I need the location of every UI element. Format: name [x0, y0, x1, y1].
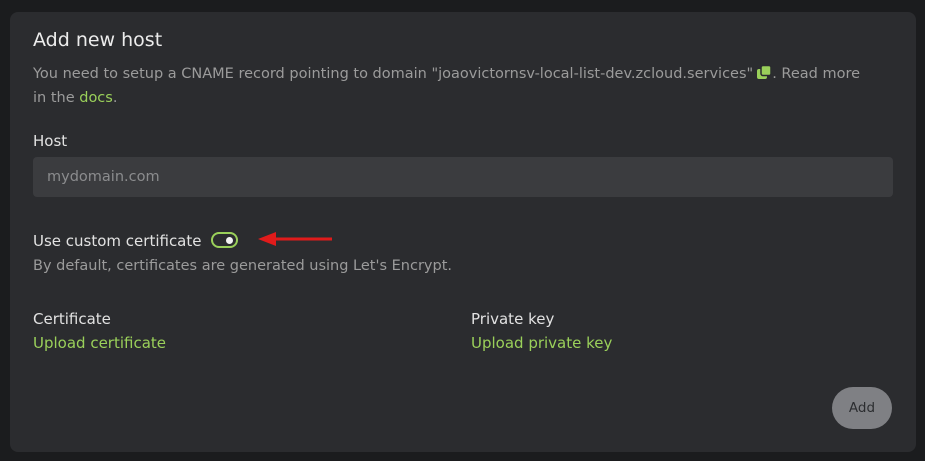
toggle-knob [226, 237, 233, 244]
custom-certificate-toggle[interactable] [211, 232, 238, 248]
annotation-arrow-icon [258, 232, 332, 246]
host-input[interactable] [33, 157, 893, 197]
private-key-label: Private key [471, 310, 555, 328]
upload-private-key-link[interactable]: Upload private key [471, 334, 612, 352]
cname-description: You need to setup a CNAME record pointin… [33, 62, 873, 110]
upload-certificate-link[interactable]: Upload certificate [33, 334, 166, 352]
description-text: You need to setup a CNAME record pointin… [33, 66, 754, 82]
description-end: . [112, 90, 118, 106]
certificate-label: Certificate [33, 310, 111, 328]
add-button[interactable]: Add [832, 387, 892, 429]
certificate-hint: By default, certificates are generated u… [33, 258, 452, 274]
copy-icon[interactable] [756, 64, 772, 79]
custom-certificate-label: Use custom certificate [33, 232, 202, 250]
add-host-card: Add new host You need to setup a CNAME r… [10, 12, 916, 452]
host-label: Host [33, 132, 68, 150]
docs-link[interactable]: docs [79, 90, 113, 106]
card-title: Add new host [33, 29, 163, 51]
